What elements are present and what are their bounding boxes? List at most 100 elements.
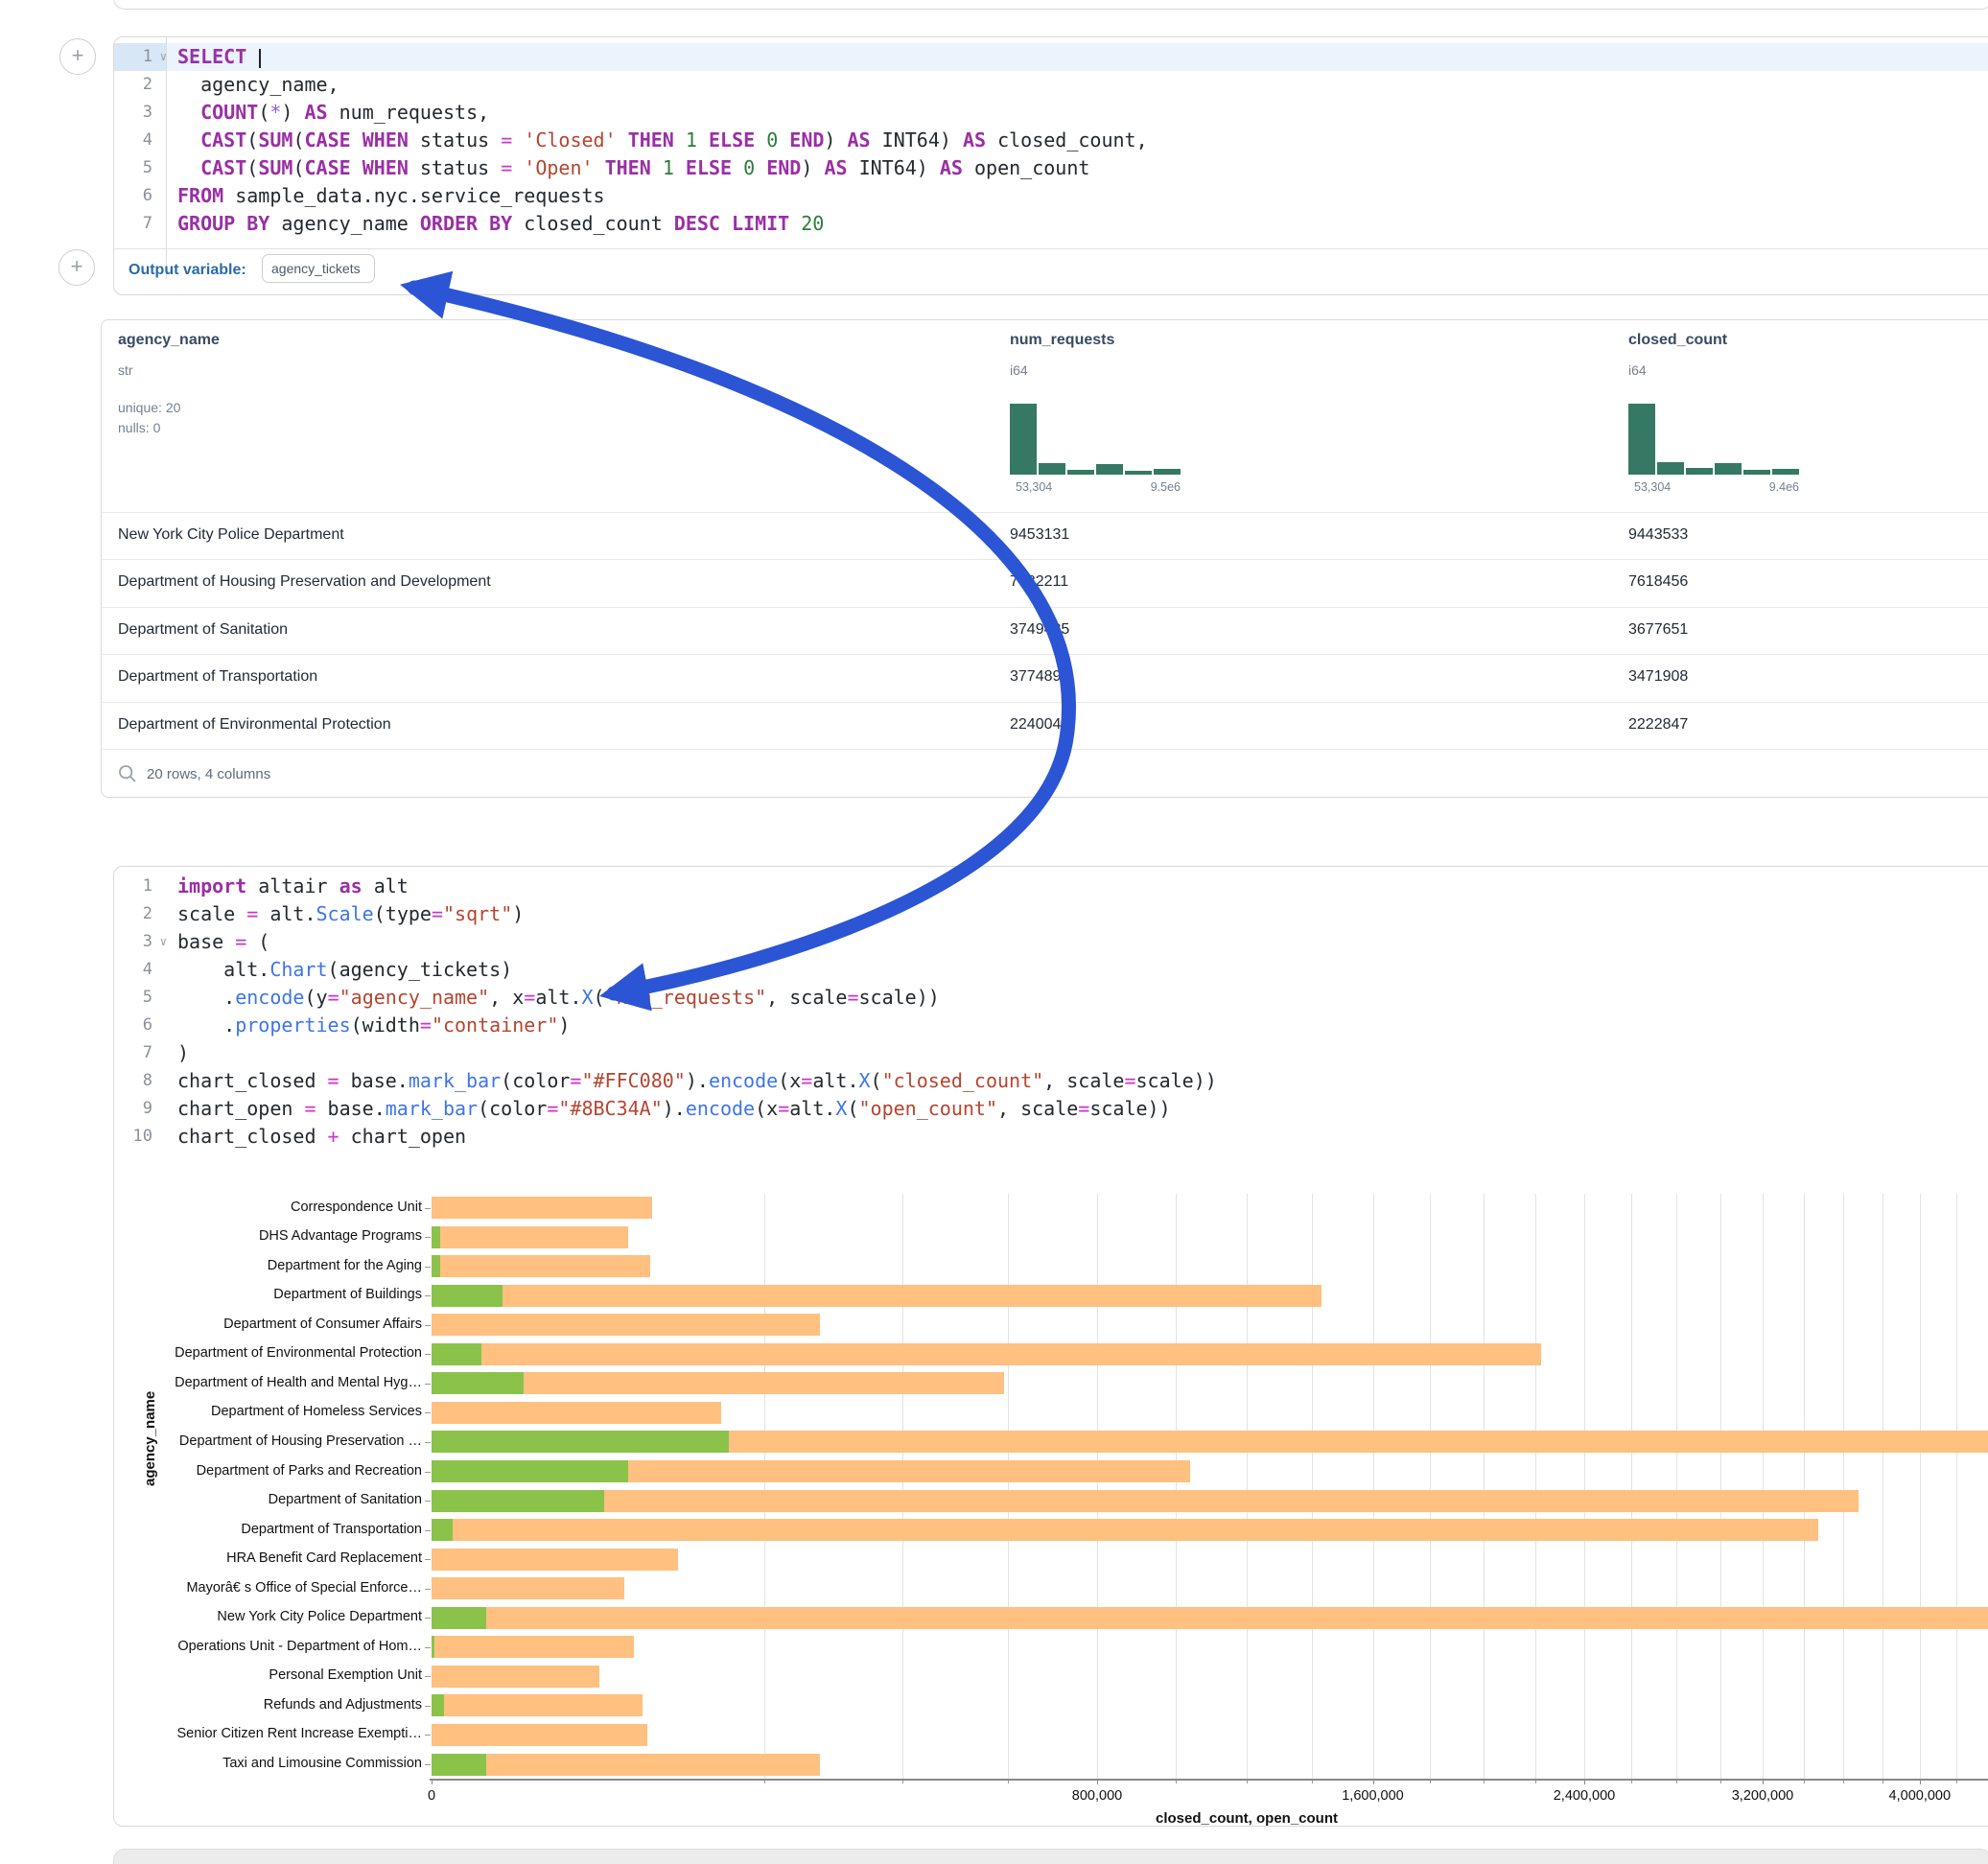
table-cell: Department of Housing Preservation and D… [118, 573, 491, 591]
table-cell: Department of Sanitation [118, 621, 288, 639]
column-header[interactable]: agency_name [118, 332, 220, 349]
token-t: ). [686, 1069, 709, 1092]
token-fn: Chart [269, 958, 327, 981]
python-code-line[interactable]: 6 .properties(width="container") [114, 1012, 1988, 1039]
token-t [512, 156, 524, 179]
table-cell: New York City Police Department [118, 526, 344, 544]
token-kw: CASE [304, 156, 350, 179]
token-t: ( [246, 128, 258, 151]
python-code-line[interactable]: 9chart_open = base.mark_bar(color="#8BC3… [114, 1095, 1988, 1123]
gridline [1763, 1194, 1764, 1779]
search-icon[interactable] [118, 764, 137, 783]
python-code-line[interactable]: 5 .encode(y="agency_name", x=alt.X("num_… [114, 984, 1988, 1012]
sql-editor[interactable]: 1∨SELECT 2 agency_name,3 COUNT(*) AS num… [114, 37, 1988, 238]
sql-code-line[interactable]: 6FROM sample_data.nyc.service_requests [114, 182, 1988, 210]
token-kw: AS [305, 101, 328, 124]
y-axis-label: DHS Advantage Programs [144, 1228, 422, 1244]
line-number: 6 [114, 1012, 166, 1039]
gridline [764, 1194, 765, 1779]
histogram-bar [1096, 464, 1123, 475]
histogram-bar [1154, 469, 1181, 475]
token-op: = [246, 902, 258, 925]
token-t: chart_open [177, 1097, 304, 1120]
sql-code-line[interactable]: 7GROUP BY agency_name ORDER BY closed_co… [114, 210, 1988, 238]
column-header[interactable]: num_requests [1010, 332, 1114, 349]
token-op: = [547, 1097, 558, 1120]
sql-code-line[interactable]: 3 COUNT(*) AS num_requests, [114, 99, 1988, 127]
column-header[interactable]: closed_count [1628, 332, 1727, 349]
table-cell: 3749485 [1010, 621, 1069, 639]
x-axis-tick-major [1763, 1779, 1764, 1784]
add-cell-button-output[interactable]: + [58, 249, 95, 286]
token-t: ( [292, 156, 304, 179]
token-t: base. [339, 1069, 409, 1092]
token-t [674, 128, 686, 151]
python-editor[interactable]: 1import altair as alt2scale = alt.Scale(… [114, 867, 1988, 1151]
token-n: 0 [766, 128, 778, 151]
token-t [177, 156, 200, 179]
y-axis-title: agency_name [142, 1391, 158, 1486]
token-t: , scale [997, 1097, 1078, 1120]
token-kw: WHEN [363, 156, 409, 179]
sql-code-line[interactable]: 2 agency_name, [114, 71, 1988, 99]
chart-bar-open [432, 1636, 434, 1658]
token-kw: CAST [200, 128, 246, 151]
token-kw: END [789, 128, 824, 151]
gridline [1535, 1194, 1536, 1779]
chart-bar-open [432, 1490, 604, 1512]
token-t: ( [246, 930, 269, 953]
python-code-line[interactable]: 7) [114, 1039, 1988, 1067]
y-axis-tick [425, 1764, 431, 1765]
token-op: = [432, 902, 443, 925]
row-divider [103, 512, 1988, 513]
token-t: (color [501, 1069, 570, 1092]
token-t: ) [801, 156, 824, 179]
sql-code-line[interactable]: 1∨SELECT [114, 43, 1988, 71]
python-code-line[interactable]: 1import altair as alt [114, 873, 1988, 900]
token-t: num_requests, [328, 101, 490, 124]
sql-cell[interactable]: 1∨SELECT 2 agency_name,3 COUNT(*) AS num… [113, 36, 1988, 295]
sql-code-line[interactable]: 4 CAST(SUM(CASE WHEN status = 'Closed' T… [114, 127, 1988, 154]
x-axis-tick-label: 3,200,000 [1705, 1788, 1820, 1804]
next-cell-strip[interactable] [113, 1849, 1988, 1864]
y-axis-label: HRA Benefit Card Replacement [144, 1550, 422, 1566]
token-s: "container" [432, 1014, 558, 1037]
add-cell-button-top[interactable]: + [59, 38, 96, 75]
chart-bar-closed [432, 1402, 721, 1424]
python-code-line[interactable]: 8chart_closed = base.mark_bar(color="#FF… [114, 1067, 1988, 1095]
chart-bar-closed [432, 1549, 678, 1571]
previous-cell-edge [113, 0, 1988, 10]
histogram-bar [1125, 471, 1152, 475]
line-number: 7 [114, 210, 166, 238]
token-kw: SELECT [177, 45, 246, 68]
token-t: ). [663, 1097, 686, 1120]
line-number: 9 [114, 1095, 166, 1123]
histogram-bar [1039, 463, 1065, 475]
token-kw: CAST [200, 156, 246, 179]
token-t: (x [778, 1069, 801, 1092]
column-type: i64 [1628, 362, 1647, 378]
histogram-bar [1715, 463, 1742, 475]
token-t: agency_name, [177, 73, 339, 96]
chart-bar-closed [432, 1285, 1321, 1307]
histogram-bar [1628, 404, 1655, 475]
token-n: 0 [743, 156, 755, 179]
line-number: 4 [114, 956, 166, 984]
python-code-line[interactable]: 2scale = alt.Scale(type="sqrt") [114, 900, 1988, 928]
gridline [1720, 1194, 1721, 1779]
output-variable-badge[interactable]: agency_tickets [262, 254, 375, 283]
token-t: chart_closed [177, 1069, 328, 1092]
sql-code-line[interactable]: 5 CAST(SUM(CASE WHEN status = 'Open' THE… [114, 154, 1988, 182]
token-op: = [420, 1014, 432, 1037]
gridline [1584, 1194, 1585, 1779]
x-axis-tick-major [1920, 1779, 1921, 1784]
python-code-line[interactable]: 4 alt.Chart(agency_tickets) [114, 956, 1988, 984]
python-code-line[interactable]: 10chart_closed + chart_open [114, 1123, 1988, 1151]
collapse-chevron-icon[interactable]: ∨ [160, 928, 167, 956]
token-t: , scale [766, 986, 847, 1009]
python-code-line[interactable]: 3∨base = ( [114, 928, 1988, 956]
gridline [1843, 1194, 1844, 1779]
token-kw: ELSE [686, 156, 732, 179]
token-t: open_count [963, 156, 1089, 179]
row-divider [103, 654, 1988, 655]
